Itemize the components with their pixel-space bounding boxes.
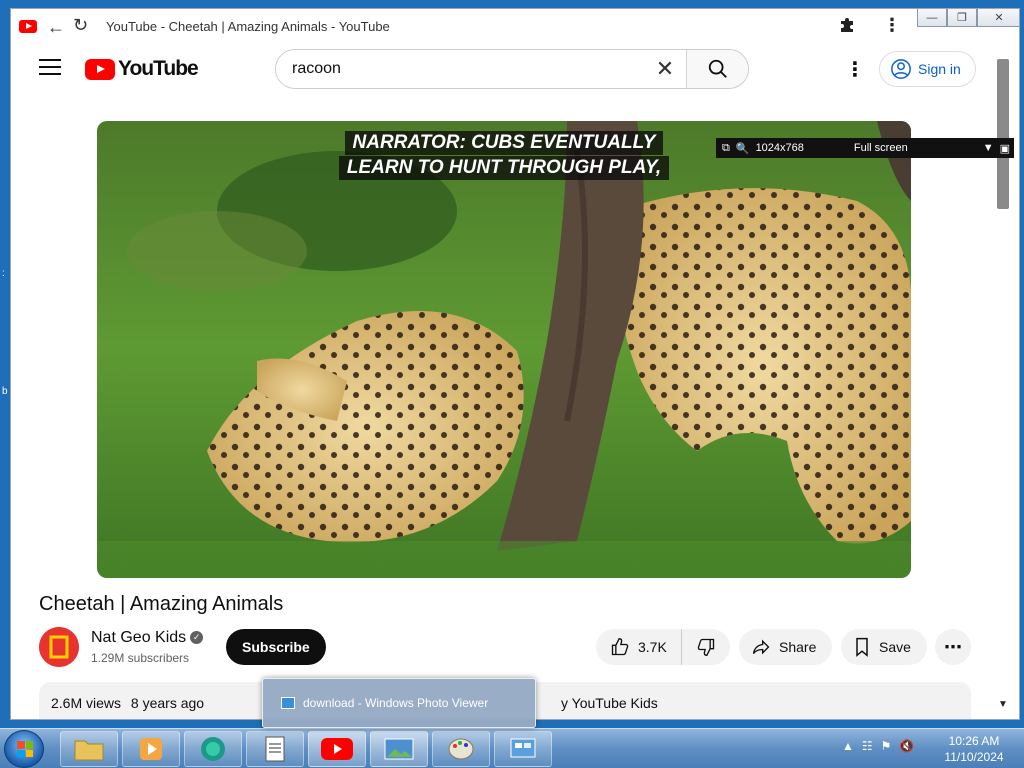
thumbs-up-icon <box>611 637 629 656</box>
browser-window: ← ↻ YouTube - Cheetah | Amazing Animals … <box>10 8 1020 720</box>
scrollbar-thumb[interactable] <box>997 59 1009 209</box>
volume-muted-icon[interactable]: 🔇 <box>899 739 914 753</box>
windows-logo-icon <box>17 741 33 757</box>
close-button[interactable]: ✕ <box>977 9 1019 27</box>
start-button[interactable] <box>4 730 44 768</box>
youtube-logo[interactable]: YouTube <box>85 57 199 81</box>
taskbar-chat-app[interactable] <box>184 731 242 767</box>
windows-taskbar: ▲ ☷ ⚑ 🔇 10:26 AM 11/10/2024 <box>0 728 1024 768</box>
folder-icon <box>74 740 104 761</box>
subscribe-button[interactable]: Subscribe <box>226 629 326 665</box>
more-actions-button[interactable]: ⋯ <box>935 629 971 665</box>
share-button[interactable]: Share <box>739 629 833 665</box>
share-arrow-icon <box>752 639 770 655</box>
video-player[interactable]: NARRATOR: CUBS EVENTUALLY LEARN TO HUNT … <box>97 121 911 578</box>
bookmark-icon <box>856 637 868 657</box>
youtube-favicon-icon <box>19 20 37 33</box>
search-input[interactable] <box>276 50 644 88</box>
youtube-header: YouTube ✕ ⋮ Sign in <box>11 47 1019 95</box>
video-title: Cheetah | Amazing Animals <box>39 593 284 615</box>
scroll-down-arrow-icon[interactable]: ▼ <box>998 699 1008 710</box>
minimize-button[interactable]: — <box>917 9 947 27</box>
action-center-flag-icon[interactable]: ⚑ <box>881 739 892 753</box>
tab-title: YouTube - Cheetah | Amazing Animals - Yo… <box>106 19 390 34</box>
preview-label: download - Windows Photo Viewer <box>303 696 489 710</box>
video-frame-cheetahs <box>97 121 911 578</box>
more-horizontal-icon: ⋯ <box>944 636 962 657</box>
desktop-edge-mark: b <box>2 386 8 397</box>
back-arrow-icon[interactable]: ← <box>47 17 65 38</box>
caption-line-1: NARRATOR: CUBS EVENTUALLY <box>344 131 664 155</box>
taskbar-media-player[interactable] <box>122 731 180 767</box>
verified-check-icon: ✓ <box>190 631 204 645</box>
view-count: 2.6M views <box>51 695 122 711</box>
dropdown-arrow-icon[interactable]: ▼ <box>983 142 994 154</box>
like-count: 3.7K <box>638 639 667 655</box>
system-clock[interactable]: 10:26 AM 11/10/2024 <box>940 733 1008 765</box>
chat-bubble-icon <box>201 737 225 761</box>
control-panel-icon <box>510 738 536 758</box>
hamburger-menu-icon[interactable] <box>39 59 61 80</box>
system-tray: ▲ ☷ ⚑ 🔇 <box>842 739 914 753</box>
copy-window-icon[interactable]: ⧉ <box>722 142 730 155</box>
clear-search-icon[interactable]: ✕ <box>644 50 686 88</box>
paint-palette-icon <box>448 738 474 760</box>
browser-titlebar: ← ↻ YouTube - Cheetah | Amazing Animals … <box>11 9 1019 43</box>
subscriber-count: 1.29M subscribers <box>91 651 190 665</box>
channel-name[interactable]: Nat Geo Kids ✓ <box>91 629 204 647</box>
photo-viewer-taskbar-icon <box>384 738 414 760</box>
youtube-wordmark: YouTube <box>118 57 199 80</box>
taskbar-thumbnail-preview[interactable]: download - Windows Photo Viewer <box>262 678 536 728</box>
save-button[interactable]: Save <box>841 629 927 665</box>
clock-time: 10:26 AM <box>948 734 1000 748</box>
sign-in-button[interactable]: Sign in <box>879 51 976 87</box>
clock-date: 11/10/2024 <box>944 750 1004 764</box>
resolution-text: 1024x768 <box>755 142 804 154</box>
taskbar-control-panel[interactable] <box>494 731 552 767</box>
like-dislike-group: 3.7K <box>596 629 730 665</box>
desktop-edge-mark: : <box>2 268 5 279</box>
taskbar-youtube[interactable] <box>308 731 366 767</box>
media-player-icon <box>140 738 162 760</box>
dislike-button[interactable] <box>682 637 730 657</box>
photo-viewer-icon <box>281 697 295 709</box>
camera-icon[interactable]: ▣ <box>1000 142 1010 155</box>
document-icon <box>265 736 285 762</box>
thumbs-down-icon <box>697 638 714 657</box>
taskbar-notepad[interactable] <box>246 731 304 767</box>
search-box: ✕ <box>275 49 749 89</box>
channel-name-text: Nat Geo Kids <box>91 629 187 646</box>
like-button[interactable]: 3.7K <box>596 629 682 665</box>
sign-in-label: Sign in <box>918 61 961 77</box>
window-controls: — ❐ ✕ <box>917 9 1019 27</box>
show-hidden-icons-arrow[interactable]: ▲ <box>842 739 854 753</box>
taskbar-photo-viewer[interactable] <box>370 731 428 767</box>
reload-icon[interactable]: ↻ <box>73 15 88 36</box>
caption-line-2: LEARN TO HUNT THROUGH PLAY, <box>338 156 670 180</box>
zoom-magnifier-icon[interactable]: 🔍 <box>736 142 750 155</box>
upload-age: 8 years ago <box>130 695 205 711</box>
channel-avatar[interactable] <box>39 627 79 667</box>
extensions-puzzle-icon[interactable] <box>839 17 855 38</box>
taskbar-explorer[interactable] <box>60 731 118 767</box>
browser-menu-icon[interactable]: ⋮ <box>883 15 901 36</box>
description-fragment: y YouTube Kids <box>561 695 658 711</box>
youtube-play-icon <box>85 58 115 80</box>
share-label: Share <box>779 639 817 655</box>
save-label: Save <box>879 639 911 655</box>
restore-button[interactable]: ❐ <box>947 9 977 27</box>
settings-menu-icon[interactable]: ⋮ <box>845 57 865 82</box>
taskbar-paint[interactable] <box>432 731 490 767</box>
network-icon[interactable]: ☷ <box>862 739 873 753</box>
search-icon <box>708 59 727 78</box>
search-button[interactable] <box>686 50 748 88</box>
display-mode-text[interactable]: Full screen <box>854 142 908 154</box>
youtube-icon <box>321 738 353 760</box>
screen-info-bar: ⧉ 🔍 1024x768 Full screen ▼ ▣ <box>716 138 1014 158</box>
account-icon <box>891 59 911 79</box>
